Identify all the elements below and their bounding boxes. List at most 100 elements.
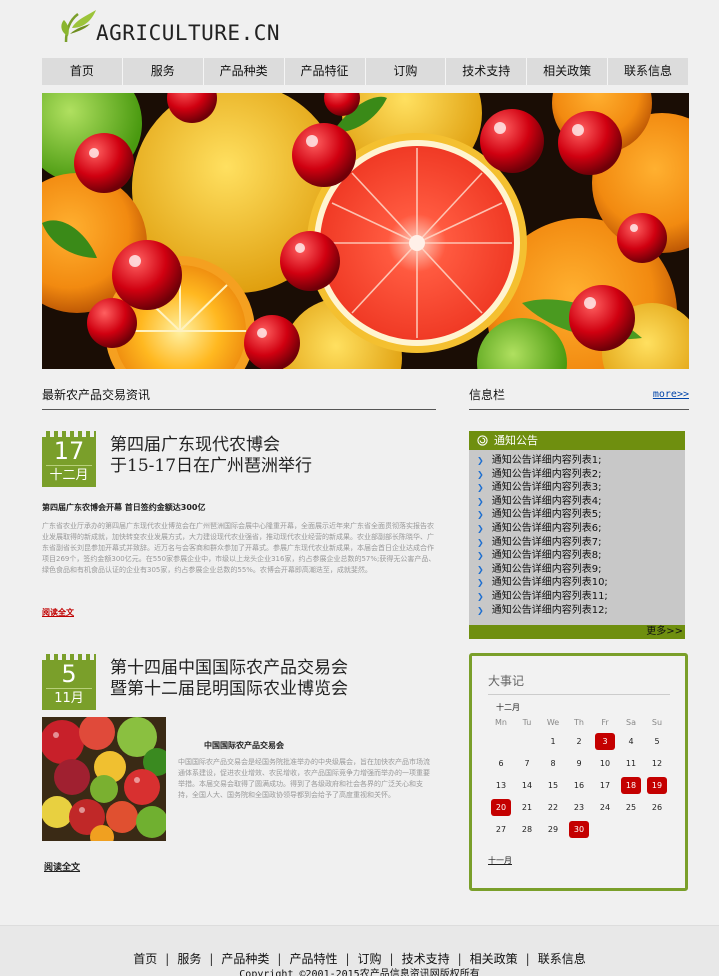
date-badge: 17 十二月 <box>42 431 96 487</box>
chevron-right-icon: ❯ <box>477 578 484 588</box>
calendar-day-number: 23 <box>573 802 585 812</box>
calendar-day[interactable]: 26 <box>644 796 670 818</box>
calendar-day[interactable]: 6 <box>488 752 514 774</box>
notice-more-link[interactable]: 更多>> <box>646 625 683 639</box>
calendar-day[interactable]: 23 <box>566 796 592 818</box>
news-item: 5 11月 第十四届中国国际农产品交易会 暨第十二届昆明国际农业博览会 中国国际… <box>42 654 436 879</box>
calendar-day[interactable]: 20 <box>488 796 514 818</box>
separator: | <box>165 952 170 966</box>
nav-item-contact[interactable]: 联系信息 <box>608 58 688 85</box>
news-subtitle: 第四届广东农博会开幕 首日签约金额达300亿 <box>42 503 206 512</box>
calendar-week-row: 27 28 29 30 <box>488 818 680 840</box>
nav-item-policies[interactable]: 相关政策 <box>527 58 609 85</box>
notice-item[interactable]: ❯ 通知公告详细内容列表11; <box>477 590 685 604</box>
calendar-day[interactable]: 8 <box>540 752 566 774</box>
weekday-label: Tu <box>522 718 532 727</box>
calendar-day-number <box>517 733 537 750</box>
footer-link-service[interactable]: 服务 <box>177 952 201 966</box>
nav-item-product-types[interactable]: 产品种类 <box>204 58 285 85</box>
news-title[interactable]: 第四届广东现代农博会 于15-17日在广州琶洲举行 <box>110 435 430 477</box>
calendar-day[interactable]: 19 <box>644 774 670 796</box>
calendar-day[interactable]: 10 <box>592 752 618 774</box>
read-more-link[interactable]: 阅读全文 <box>44 860 80 873</box>
site-logo[interactable]: AGRICULTURE.CN <box>58 6 280 46</box>
produce-image <box>42 717 166 841</box>
calendar-day[interactable]: 16 <box>566 774 592 796</box>
calendar-day-number: 14 <box>521 780 533 790</box>
calendar-day[interactable]: 17 <box>592 774 618 796</box>
notice-panel: 通知公告 ❯ 通知公告详细内容列表1; ❯ 通知公告详细内容列表2; ❯ 通知公告详细… <box>469 431 685 639</box>
notice-item[interactable]: ❯ 通知公告详细内容列表5; <box>477 508 685 522</box>
notice-item[interactable]: ❯ 通知公告详细内容列表6; <box>477 522 685 536</box>
calendar-day[interactable]: 3 <box>592 730 618 752</box>
calendar-day[interactable]: 13 <box>488 774 514 796</box>
calendar-day[interactable]: 30 <box>566 818 592 840</box>
footer-link-order[interactable]: 订购 <box>358 952 382 966</box>
calendar-day[interactable]: 18 <box>618 774 644 796</box>
notice-item[interactable]: ❯ 通知公告详细内容列表8; <box>477 549 685 563</box>
weekday-label: Fr <box>601 718 609 727</box>
calendar-week-row: 13 14 15 16 17 18 19 <box>488 774 680 796</box>
footer-link-product-features[interactable]: 产品特性 <box>289 952 337 966</box>
calendar-day[interactable]: 15 <box>540 774 566 796</box>
calendar-day-number <box>621 821 641 838</box>
calendar-title: 大事记 <box>488 672 670 695</box>
calendar-day[interactable]: 29 <box>540 818 566 840</box>
chevron-right-icon: ❯ <box>477 483 484 493</box>
calendar-day[interactable]: 22 <box>540 796 566 818</box>
news-title[interactable]: 第十四届中国国际农产品交易会 暨第十二届昆明国际农业博览会 <box>110 658 430 700</box>
footer-link-product-types[interactable]: 产品种类 <box>221 952 269 966</box>
notice-item[interactable]: ❯ 通知公告详细内容列表1; <box>477 454 685 468</box>
notice-item[interactable]: ❯ 通知公告详细内容列表9; <box>477 563 685 577</box>
nav-item-service[interactable]: 服务 <box>123 58 204 85</box>
calendar-day[interactable]: 11 <box>618 752 644 774</box>
footer-link-contact[interactable]: 联系信息 <box>538 952 586 966</box>
notice-list: ❯ 通知公告详细内容列表1; ❯ 通知公告详细内容列表2; ❯ 通知公告详细内容列表3… <box>469 450 685 617</box>
calendar-day[interactable]: 5 <box>644 730 670 752</box>
calendar-day[interactable]: 27 <box>488 818 514 840</box>
date-month: 十二月 <box>46 465 92 486</box>
notice-item[interactable]: ❯ 通知公告详细内容列表7; <box>477 536 685 550</box>
calendar-day-number <box>595 821 615 838</box>
calendar-day[interactable]: 9 <box>566 752 592 774</box>
page: AGRICULTURE.CN 首页 服务 产品种类 产品特征 订购 技术支持 相… <box>0 0 719 976</box>
footer-link-tech-support[interactable]: 技术支持 <box>402 952 450 966</box>
nav-item-tech-support[interactable]: 技术支持 <box>446 58 528 85</box>
calendar-day[interactable]: 12 <box>644 752 670 774</box>
calendar-day-number: 3 <box>595 732 615 750</box>
notice-item[interactable]: ❯ 通知公告详细内容列表10; <box>477 576 685 590</box>
calendar-day[interactable]: 7 <box>514 752 540 774</box>
calendar-empty-cell <box>514 730 540 752</box>
notice-item[interactable]: ❯ 通知公告详细内容列表12; <box>477 604 685 618</box>
leaf-logo-icon <box>61 10 96 43</box>
news-summary: 广东省农业厅承办的第四届广东现代农业博览会在广州琶洲国际会展中心隆重开幕，全面展… <box>42 522 436 574</box>
calendar-day[interactable]: 25 <box>618 796 644 818</box>
notice-item[interactable]: ❯ 通知公告详细内容列表3; <box>477 481 685 495</box>
calendar-day[interactable]: 4 <box>618 730 644 752</box>
footer: 首页 | 服务 | 产品种类 | 产品特性 | 订购 | 技术支持 | 相关政策 | 联系信息 Copyri… <box>0 925 719 976</box>
notice-item[interactable]: ❯ 通知公告详细内容列表4; <box>477 495 685 509</box>
footer-link-policies[interactable]: 相关政策 <box>470 952 518 966</box>
calendar-day[interactable]: 21 <box>514 796 540 818</box>
prev-month-link[interactable]: 十一月 <box>488 855 512 866</box>
calendar-day[interactable]: 1 <box>540 730 566 752</box>
read-more-link[interactable]: 阅读全文 <box>42 607 74 618</box>
calendar-day[interactable]: 14 <box>514 774 540 796</box>
calendar-day[interactable]: 28 <box>514 818 540 840</box>
calendar-day-number: 22 <box>547 802 559 812</box>
more-link[interactable]: more>> <box>653 389 689 400</box>
calendar-day-number: 17 <box>599 780 611 790</box>
nav-item-product-features[interactable]: 产品特征 <box>285 58 366 85</box>
calendar-day-number: 20 <box>491 798 511 816</box>
separator: | <box>525 952 530 966</box>
calendar-weekdays: Mn Tu We Th Fr Sa Su <box>488 716 680 730</box>
notice-item[interactable]: ❯ 通知公告详细内容列表2; <box>477 468 685 482</box>
footer-link-home[interactable]: 首页 <box>133 952 157 966</box>
news-item: 17 十二月 第四届广东现代农博会 于15-17日在广州琶洲举行 第四届广东农博… <box>42 431 436 621</box>
calendar-day-number: 12 <box>651 758 663 768</box>
calendar-day[interactable]: 2 <box>566 730 592 752</box>
nav-item-order[interactable]: 订购 <box>366 58 447 85</box>
calendar-week-row: 20 21 22 23 24 25 26 <box>488 796 680 818</box>
calendar-day[interactable]: 24 <box>592 796 618 818</box>
nav-item-home[interactable]: 首页 <box>42 58 123 85</box>
